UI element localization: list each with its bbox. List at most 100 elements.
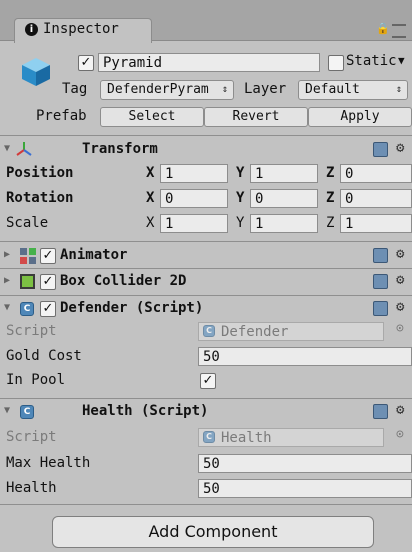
prefab-label: Prefab [36, 108, 87, 124]
layer-label: Layer [244, 81, 287, 97]
foldout-open-icon: ▼ [4, 143, 11, 154]
position-x-field[interactable]: 1 [160, 164, 228, 183]
divider [0, 504, 412, 505]
help-book-icon[interactable] [373, 404, 388, 419]
gear-icon[interactable]: ⚙ [396, 299, 404, 315]
add-component-button[interactable]: Add Component [52, 516, 374, 548]
animator-icon [20, 248, 36, 264]
axis-x-label: X [146, 215, 155, 231]
transform-axes-icon [16, 142, 32, 156]
prefab-apply-button[interactable]: Apply [308, 107, 412, 127]
health-field[interactable]: 50 [198, 479, 412, 498]
gameobject-cube-icon [22, 58, 50, 86]
layer-dropdown[interactable]: Default ⇕ [298, 80, 408, 100]
animator-title: Animator [60, 247, 128, 263]
script-icon: C [203, 431, 215, 443]
collider-enabled-checkbox[interactable]: ✓ [40, 274, 56, 290]
axis-z-label: Z [326, 190, 335, 206]
axis-y-label: Y [236, 165, 245, 181]
foldout-open-icon: ▼ [4, 302, 11, 313]
animator-enabled-checkbox[interactable]: ✓ [40, 248, 56, 264]
gear-icon[interactable]: ⚙ [396, 140, 404, 156]
health-label: Health [6, 480, 57, 496]
axis-x-label: X [146, 190, 155, 206]
in-pool-checkbox[interactable]: ✓ [200, 373, 216, 389]
scale-x-field[interactable]: 1 [160, 214, 228, 233]
box-collider-header[interactable]: ▶ ✓ Box Collider 2D ⚙ [0, 270, 412, 294]
static-label: Static [346, 53, 397, 69]
object-name-field[interactable]: Pyramid [98, 53, 320, 72]
gear-icon[interactable]: ⚙ [396, 402, 404, 418]
divider [0, 398, 412, 399]
health-title: Health (Script) [82, 403, 209, 419]
tag-dropdown[interactable]: DefenderPyram ⇕ [100, 80, 234, 100]
position-y-field[interactable]: 1 [250, 164, 318, 183]
gold-cost-label: Gold Cost [6, 348, 82, 364]
health-script-label: Script [6, 429, 57, 445]
axis-z-label: Z [326, 215, 335, 231]
in-pool-label: In Pool [6, 372, 66, 388]
prefab-revert-button[interactable]: Revert [204, 107, 308, 127]
divider [0, 295, 412, 296]
rotation-z-field[interactable]: 0 [340, 189, 412, 208]
help-book-icon[interactable] [373, 301, 388, 316]
health-script-value: Health [221, 430, 272, 446]
tab-inspector[interactable]: i Inspector [14, 18, 152, 43]
active-checkbox[interactable]: ✓ [78, 55, 94, 71]
foldout-closed-icon: ▶ [4, 249, 11, 260]
position-label: Position [6, 165, 74, 181]
transform-title: Transform [82, 141, 158, 157]
lock-icon[interactable]: 🔒 [376, 22, 390, 35]
help-book-icon[interactable] [373, 274, 388, 289]
static-dropdown-icon[interactable]: ▼ [398, 54, 405, 67]
static-checkbox[interactable] [328, 55, 344, 71]
gear-icon[interactable]: ⚙ [396, 272, 404, 288]
tag-value: DefenderPyram [107, 82, 209, 97]
gold-cost-field[interactable]: 50 [198, 347, 412, 366]
position-z-field[interactable]: 0 [340, 164, 412, 183]
transform-header[interactable]: ▼ Transform ⚙ [0, 138, 412, 162]
divider [0, 241, 412, 242]
script-icon: C [20, 405, 34, 419]
health-script-header[interactable]: ▼ C Health (Script) ⚙ [0, 400, 412, 424]
rotation-y-field[interactable]: 0 [250, 189, 318, 208]
axis-x-label: X [146, 165, 155, 181]
axis-y-label: Y [236, 190, 245, 206]
foldout-open-icon: ▼ [4, 405, 11, 416]
scale-z-field[interactable]: 1 [340, 214, 412, 233]
scale-label: Scale [6, 215, 49, 231]
max-health-field[interactable]: 50 [198, 454, 412, 473]
help-book-icon[interactable] [373, 248, 388, 263]
help-book-icon[interactable] [373, 142, 388, 157]
rotation-x-field[interactable]: 0 [160, 189, 228, 208]
box-collider-icon [20, 274, 35, 289]
health-script-field: C Health [198, 428, 384, 447]
dropdown-arrows-icon: ⇕ [395, 84, 402, 95]
foldout-closed-icon: ▶ [4, 275, 11, 286]
defender-script-value: Defender [221, 324, 289, 340]
scale-y-field[interactable]: 1 [250, 214, 318, 233]
tab-label: Inspector [43, 21, 119, 37]
tag-label: Tag [62, 81, 88, 97]
axis-z-label: Z [326, 165, 335, 181]
script-icon: C [20, 302, 34, 316]
layer-value: Default [305, 82, 360, 97]
defender-script-field: C Defender [198, 322, 384, 341]
defender-script-label: Script [6, 323, 57, 339]
gear-icon[interactable]: ⚙ [396, 246, 404, 262]
rotation-label: Rotation [6, 190, 74, 206]
defender-title: Defender (Script) [60, 300, 204, 316]
object-picker-icon: ⊙ [396, 427, 404, 442]
dropdown-arrows-icon: ⇕ [221, 84, 228, 95]
object-picker-icon: ⊙ [396, 321, 404, 336]
menu-icon[interactable] [392, 24, 406, 38]
defender-script-header[interactable]: ▼ C ✓ Defender (Script) ⚙ [0, 297, 412, 321]
max-health-label: Max Health [6, 455, 91, 471]
animator-header[interactable]: ▶ ✓ Animator ⚙ [0, 244, 412, 268]
prefab-select-button[interactable]: Select [100, 107, 204, 127]
defender-enabled-checkbox[interactable]: ✓ [40, 301, 56, 317]
script-icon: C [203, 325, 215, 337]
axis-y-label: Y [236, 215, 245, 231]
divider [0, 268, 412, 269]
collider-title: Box Collider 2D [60, 273, 187, 289]
